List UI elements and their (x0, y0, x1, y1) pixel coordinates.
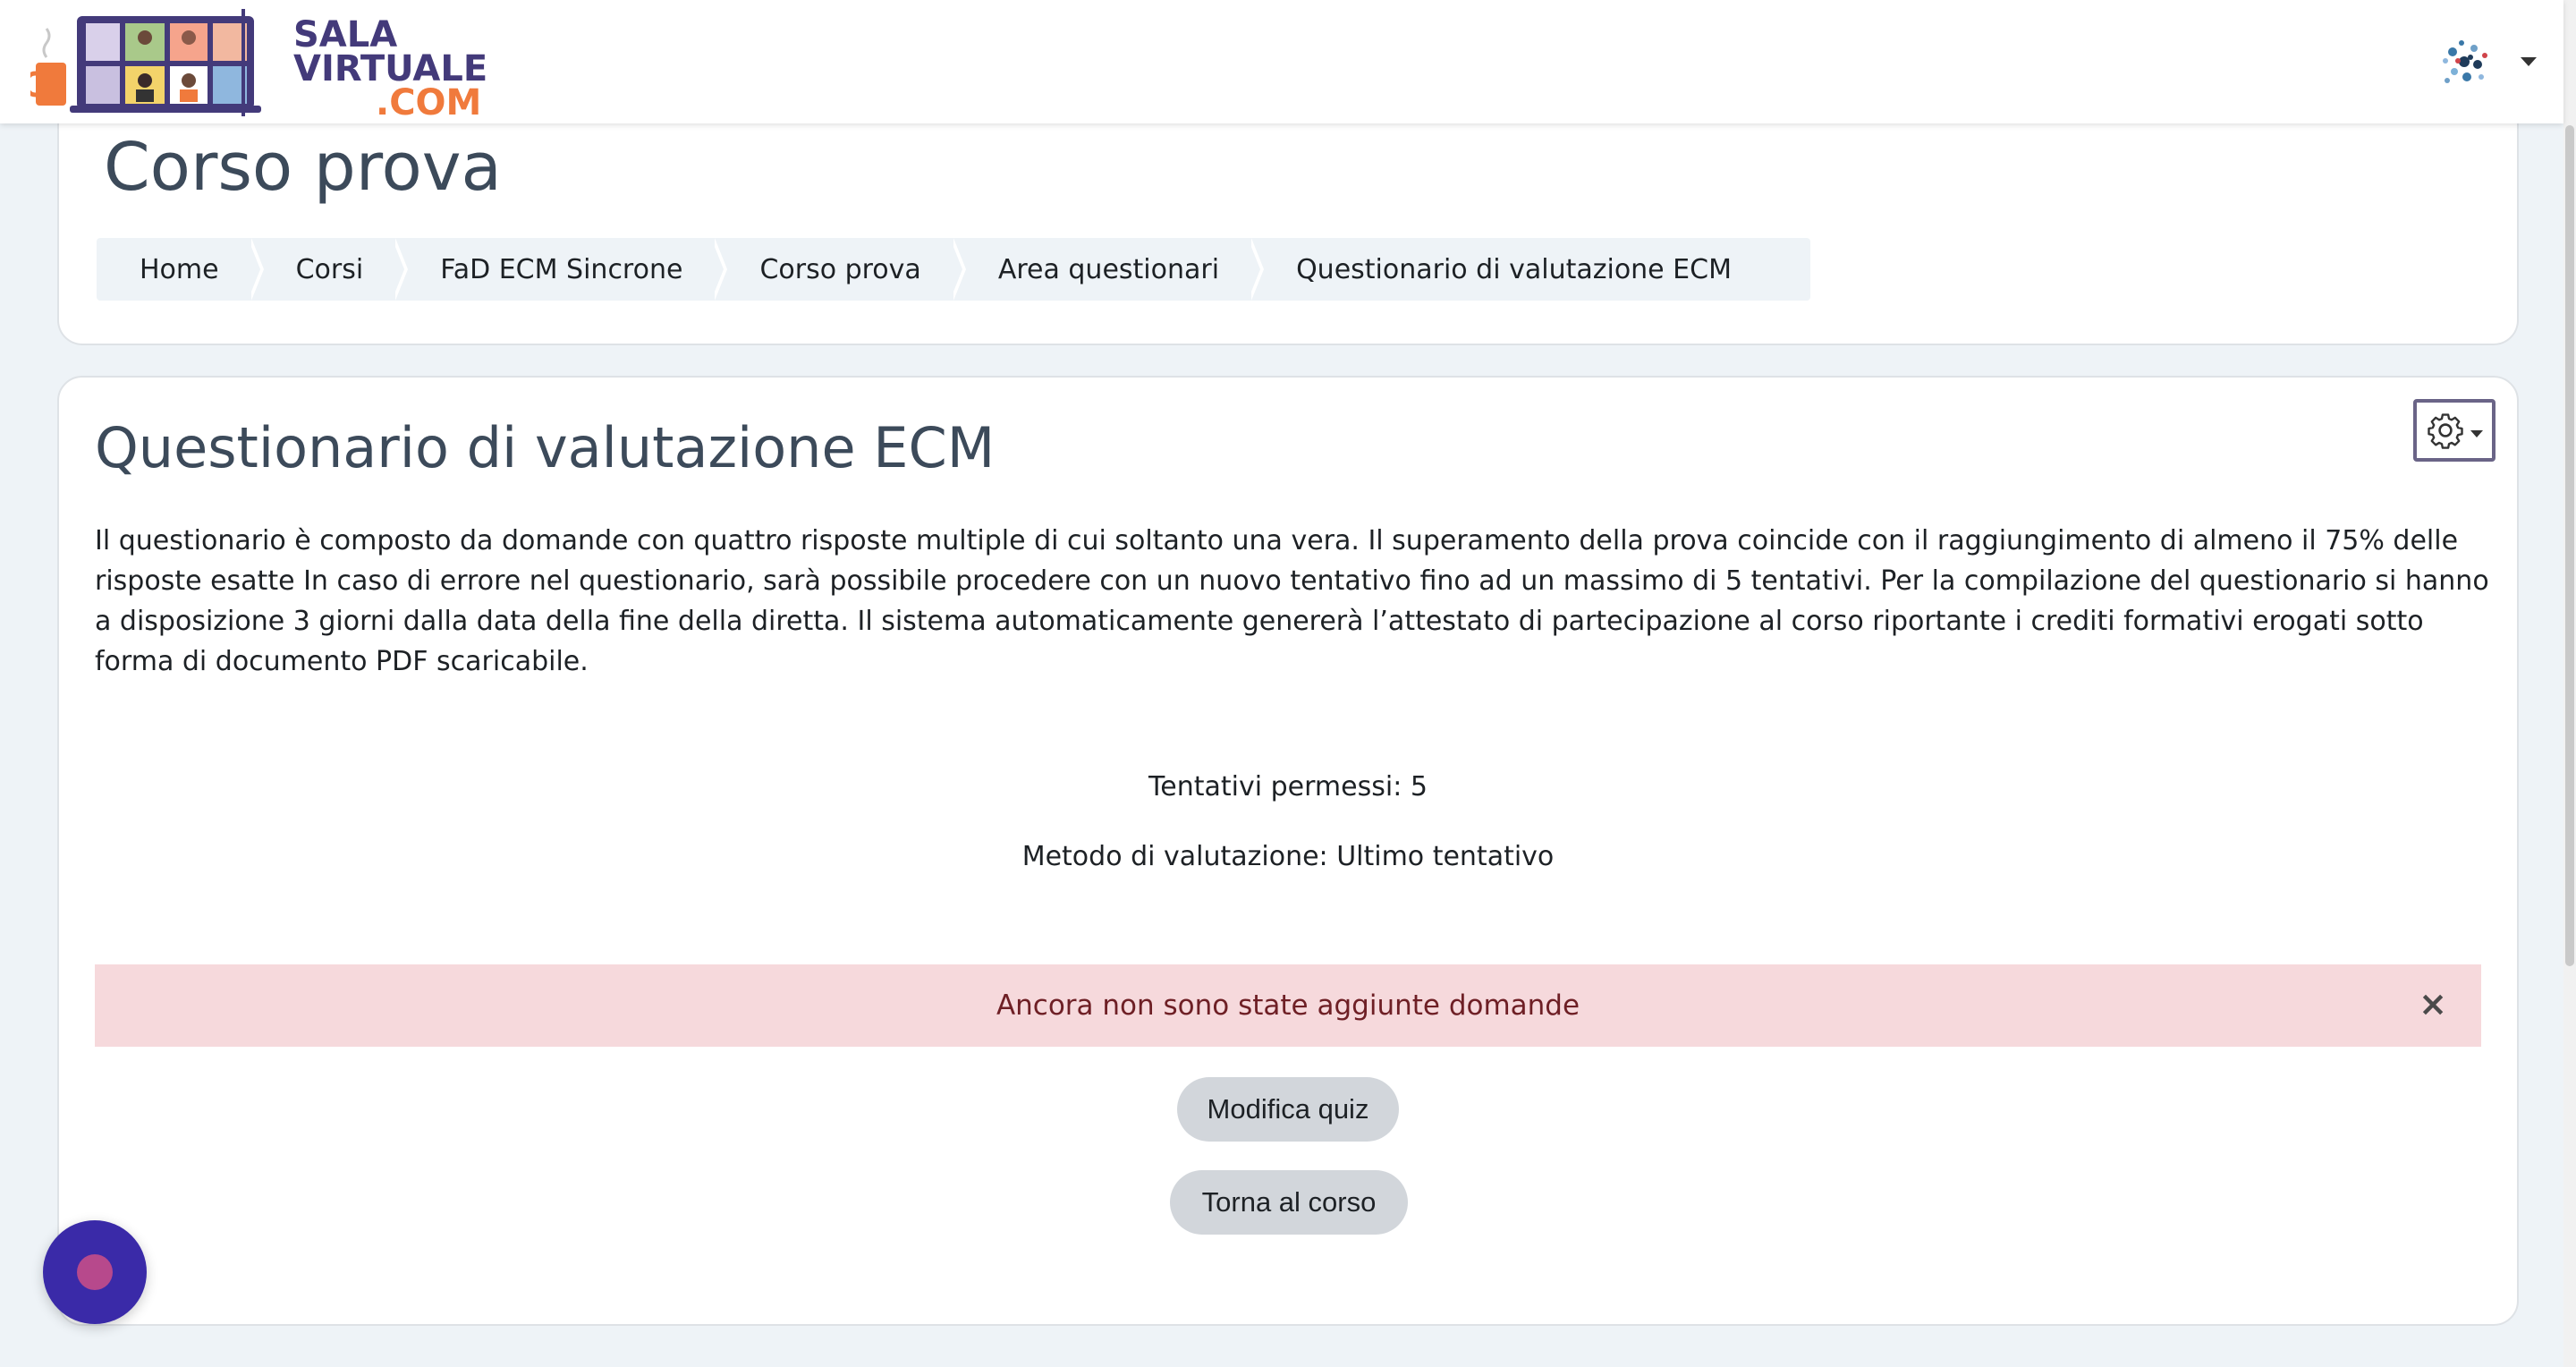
quiz-card: Questionario di valutazione ECM Il quest… (57, 376, 2519, 1326)
site-logo[interactable]: SALA VIRTUALE .COM (24, 7, 487, 121)
breadcrumb-item-fad-ecm[interactable]: FaD ECM Sincrone (397, 238, 728, 301)
quiz-intro: Il questionario è composto da domande co… (95, 525, 2489, 677)
chat-launcher-button[interactable] (43, 1220, 147, 1324)
attempts-allowed: Tentativi permessi: 5 (1148, 771, 1428, 802)
no-questions-alert: Ancora non sono state aggiunte domande × (95, 964, 2481, 1047)
page-header: Corso prova Home Corsi FaD ECM Sincrone … (57, 89, 2519, 345)
quiz-title: Questionario di valutazione ECM (95, 415, 996, 480)
chevron-down-icon[interactable] (2521, 57, 2537, 66)
avatar-icon[interactable] (2435, 32, 2494, 91)
close-icon[interactable]: × (2419, 986, 2447, 1022)
top-navbar: SALA VIRTUALE .COM (0, 0, 2563, 123)
logo-wordmark: SALA VIRTUALE .COM (293, 14, 488, 123)
breadcrumb-item-questionario[interactable]: Questionario di valutazione ECM (1253, 238, 1766, 301)
breadcrumb-item-corsi[interactable]: Corsi (253, 238, 408, 301)
logo-line-1: SALA (293, 14, 398, 55)
back-to-course-button[interactable]: Torna al corso (1170, 1170, 1408, 1235)
chat-bubble-icon (77, 1254, 113, 1290)
breadcrumb-item-corso-prova[interactable]: Corso prova (716, 238, 967, 301)
chevron-down-icon (2470, 430, 2483, 437)
breadcrumb-item-area-questionari[interactable]: Area questionari (955, 238, 1265, 301)
breadcrumb-item-home[interactable]: Home (97, 238, 264, 301)
logo-line-3: .COM (376, 82, 482, 123)
scrollbar-thumb[interactable] (2565, 125, 2574, 966)
alert-text: Ancora non sono state aggiunte domande (996, 989, 1580, 1022)
edit-quiz-button[interactable]: Modifica quiz (1177, 1077, 1399, 1142)
logo-line-2: VIRTUALE (293, 48, 488, 89)
breadcrumb: Home Corsi FaD ECM Sincrone Corso prova … (97, 238, 1810, 301)
page-title: Corso prova (104, 129, 502, 206)
scrollbar-track[interactable] (2563, 0, 2576, 1367)
grading-method: Metodo di valutazione: Ultimo tentativo (1021, 841, 1555, 872)
gear-icon (2428, 413, 2463, 449)
user-menu[interactable] (2435, 32, 2537, 91)
settings-menu-button[interactable] (2413, 399, 2496, 462)
